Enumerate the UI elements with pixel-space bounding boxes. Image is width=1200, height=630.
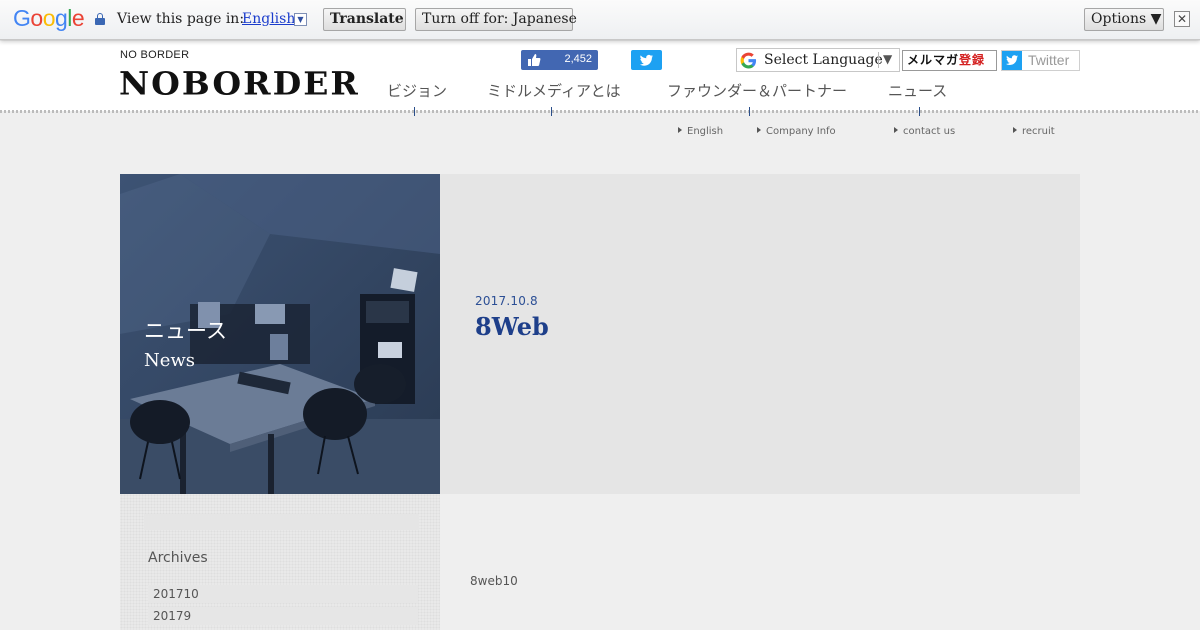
- site-logo[interactable]: NOBORDER: [119, 65, 360, 102]
- twitter-label: Twitter: [1028, 52, 1070, 68]
- sublink-recruit[interactable]: recruit: [1013, 126, 1055, 137]
- google-logo: Google: [13, 5, 85, 31]
- archive-link[interactable]: 201710: [148, 585, 418, 603]
- facebook-like-button[interactable]: 2,452: [521, 50, 598, 70]
- hero-title-en: News: [144, 350, 196, 371]
- turn-off-translate-button[interactable]: Turn off for: Japanese: [415, 8, 577, 31]
- tweet-button[interactable]: [631, 50, 662, 70]
- select-divider: [878, 52, 879, 68]
- sidebar-search-bar[interactable]: [144, 514, 419, 530]
- chevron-down-icon[interactable]: ▼: [294, 13, 307, 26]
- sublink-english[interactable]: English: [678, 126, 723, 137]
- nav-tick: [414, 107, 415, 116]
- chevron-down-icon: ▼: [883, 52, 893, 66]
- nav-item-news[interactable]: ニュース: [888, 80, 947, 101]
- sublink-label: English: [687, 126, 724, 137]
- archive-link[interactable]: 20179: [148, 607, 418, 625]
- newsletter-signup-button[interactable]: メルマガ登録: [902, 50, 997, 71]
- triangle-right-icon: [757, 127, 761, 133]
- nav-tick: [749, 107, 750, 116]
- post-date: 2017.10.8: [475, 294, 538, 308]
- sublink-contact[interactable]: contact us: [894, 126, 955, 137]
- twitter-link[interactable]: Twitter: [1001, 50, 1080, 71]
- translate-button[interactable]: Translate: [323, 8, 406, 31]
- nav-item-vision[interactable]: ビジョン: [387, 80, 447, 101]
- sublink-label: recruit: [1022, 126, 1055, 137]
- translate-bar: Google View this page in: English ▼ Tran…: [0, 0, 1200, 40]
- brand-tagline: NO BORDER: [120, 49, 190, 61]
- sublink-company-info[interactable]: Company Info: [757, 126, 836, 137]
- header-divider: [0, 110, 1200, 113]
- nav-item-middle-media[interactable]: ミドルメディアとは: [487, 80, 621, 101]
- thumbs-up-icon: [528, 54, 541, 66]
- google-g-icon: [740, 52, 757, 69]
- language-select-label: Select Language: [764, 52, 883, 68]
- triangle-right-icon: [1013, 127, 1017, 133]
- twitter-bird-icon: [640, 54, 653, 66]
- nav-item-founders-partners[interactable]: ファウンダー＆パートナー: [667, 80, 847, 101]
- triangle-right-icon: [894, 127, 898, 133]
- post-title: 8Web: [475, 312, 549, 341]
- newsletter-label: メルマガ: [907, 53, 960, 67]
- like-count: 2,452: [564, 53, 592, 65]
- post-body: 8web10: [470, 574, 518, 588]
- translate-options-button[interactable]: Options ▼: [1084, 8, 1164, 31]
- translate-prompt: View this page in:: [117, 11, 245, 27]
- language-select[interactable]: Select Language ▼: [736, 48, 900, 72]
- archives-heading: Archives: [148, 550, 208, 566]
- sublink-label: Company Info: [766, 126, 836, 137]
- triangle-right-icon: [678, 127, 682, 133]
- translate-language-link[interactable]: English: [242, 11, 295, 27]
- close-icon[interactable]: ✕: [1174, 11, 1190, 27]
- twitter-icon: [1002, 51, 1022, 70]
- nav-tick: [551, 107, 552, 116]
- nav-tick: [919, 107, 920, 116]
- lock-icon: [95, 13, 105, 25]
- sublink-label: contact us: [903, 126, 956, 137]
- hero-title-jp: ニュース: [144, 319, 227, 343]
- newsletter-register-label: 登録: [959, 53, 986, 67]
